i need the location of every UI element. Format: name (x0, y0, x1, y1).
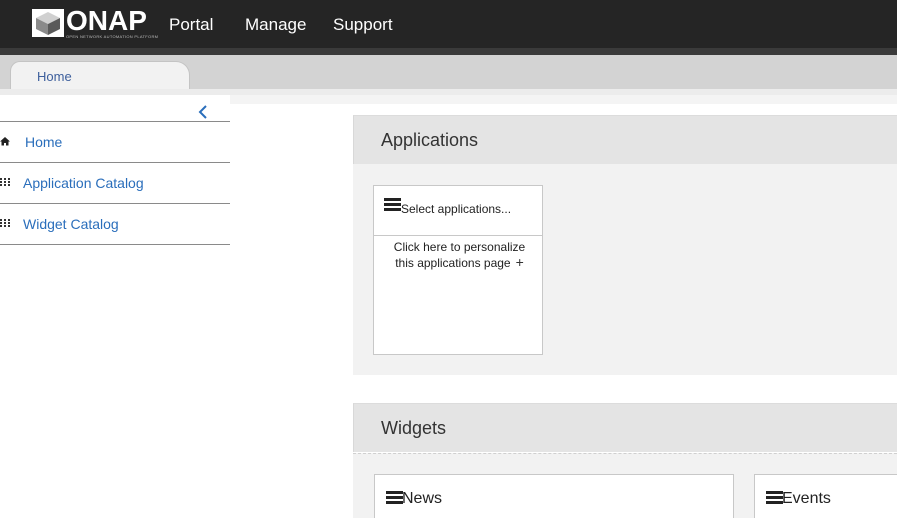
nav-support[interactable]: Support (333, 15, 393, 35)
app-card-header: Select applications... (374, 186, 542, 236)
topbar-divider (0, 48, 897, 55)
home-icon (0, 137, 10, 146)
sidebar-collapse-button[interactable] (196, 104, 210, 120)
content-top-strip (230, 95, 897, 104)
tab-home[interactable]: Home (10, 61, 190, 92)
logo-subtitle: OPEN NETWORK AUTOMATION PLATFORM (66, 34, 159, 39)
nav-portal[interactable]: Portal (169, 15, 213, 35)
applications-header: Applications (353, 115, 897, 164)
sidebar-divider (0, 244, 230, 245)
onap-cube-icon (32, 9, 64, 37)
sidebar-item-label: Home (25, 134, 63, 150)
plus-icon: + (515, 254, 524, 270)
nav-manage[interactable]: Manage (245, 15, 306, 35)
sidebar-item-label: Application Catalog (23, 175, 144, 191)
sidebar-item-application-catalog[interactable]: Application Catalog (0, 163, 230, 203)
hamburger-icon[interactable] (766, 491, 783, 505)
widgets-title: Widgets (381, 418, 447, 438)
logo-text: ONAP (66, 5, 147, 36)
chevron-left-icon (198, 105, 207, 119)
sidebar-item-label: Widget Catalog (23, 216, 119, 232)
app-personalize-card[interactable]: Select applications... Click here to per… (373, 185, 543, 355)
onap-logo[interactable]: ONAP OPEN NETWORK AUTOMATION PLATFORM (32, 6, 158, 41)
applications-title: Applications (381, 130, 479, 150)
top-navigation-bar: ONAP OPEN NETWORK AUTOMATION PLATFORM Po… (0, 0, 897, 50)
widgets-header: Widgets (353, 403, 897, 452)
sidebar-item-home[interactable]: Home (0, 122, 230, 162)
personalize-link[interactable]: Click here to personalize this applicati… (382, 240, 537, 271)
hamburger-icon[interactable] (386, 491, 403, 505)
personalize-hint-line2: this applications page + (395, 254, 524, 271)
widget-title: News (402, 490, 443, 507)
tab-home-label: Home (37, 69, 72, 84)
widget-events[interactable]: Events (754, 474, 897, 518)
grid-icon (0, 178, 10, 186)
sidebar-item-widget-catalog[interactable]: Widget Catalog (0, 204, 230, 244)
select-applications-label: Select applications... (401, 202, 512, 216)
widget-title: Events (782, 490, 831, 507)
hamburger-icon[interactable] (384, 198, 401, 212)
grid-icon (0, 219, 10, 227)
widget-news[interactable]: News (374, 474, 734, 518)
personalize-hint-line1: Click here to personalize (393, 240, 526, 254)
